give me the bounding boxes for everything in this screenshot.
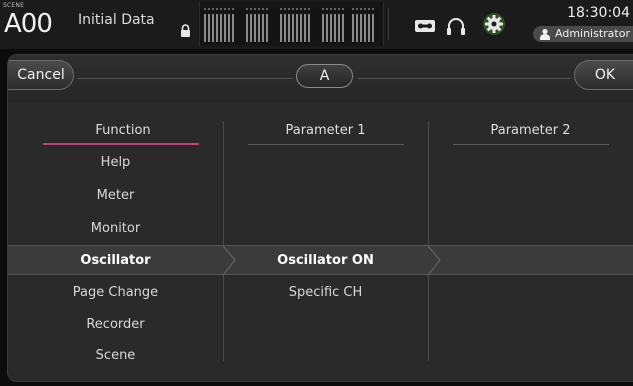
- clock: 18:30:04: [567, 5, 630, 21]
- function-column-header: Function: [95, 123, 151, 138]
- function-item-meter[interactable]: Meter: [8, 188, 223, 203]
- param1-item-selected[interactable]: Oscillator ON: [228, 253, 423, 268]
- recorder-icon[interactable]: [414, 16, 436, 36]
- lock-icon: [181, 24, 190, 37]
- status-bar: SCENE A00 Initial Data 18:30:04 Administ…: [0, 0, 633, 49]
- user-badge[interactable]: Administrator: [533, 26, 633, 42]
- function-item-monitor[interactable]: Monitor: [8, 221, 223, 236]
- ok-button[interactable]: OK: [574, 60, 633, 90]
- headphones-icon[interactable]: [445, 16, 467, 36]
- toolbar-divider: [388, 8, 389, 40]
- column-divider: [223, 275, 224, 361]
- function-item-page-change[interactable]: Page Change: [8, 285, 223, 300]
- column-divider: [223, 121, 224, 245]
- header-line-left: [78, 78, 293, 79]
- scene-number[interactable]: A00: [4, 8, 53, 40]
- param1-item-specific-ch[interactable]: Specific CH: [228, 285, 423, 300]
- function-item-scene[interactable]: Scene: [8, 348, 223, 363]
- meter-bridge-graphic: [204, 8, 374, 42]
- user-icon: [540, 28, 550, 40]
- column-divider: [428, 275, 429, 361]
- user-defined-key-dialog: Cancel A OK Function Parameter 1 Paramet…: [7, 54, 633, 382]
- meter-bridge[interactable]: [199, 2, 384, 46]
- bank-a-button[interactable]: A: [296, 64, 353, 88]
- column-divider: [428, 121, 429, 245]
- function-item-selected[interactable]: Oscillator: [8, 253, 223, 268]
- selected-row: Oscillator Oscillator ON: [8, 245, 633, 276]
- user-name: Administrator: [555, 27, 630, 40]
- header-line-right: [358, 78, 570, 79]
- parameter2-column-header: Parameter 2: [490, 123, 571, 138]
- dialog-header: Cancel A OK: [8, 55, 633, 103]
- cancel-button[interactable]: Cancel: [8, 60, 74, 90]
- function-item-recorder[interactable]: Recorder: [8, 317, 223, 332]
- scene-title[interactable]: Initial Data: [78, 12, 155, 28]
- function-header-underline: [43, 143, 199, 145]
- gear-icon[interactable]: [482, 12, 506, 36]
- parameter2-header-underline: [453, 144, 609, 145]
- function-item-help[interactable]: Help: [8, 155, 223, 170]
- parameter1-header-underline: [248, 144, 404, 145]
- parameter1-column-header: Parameter 1: [285, 123, 366, 138]
